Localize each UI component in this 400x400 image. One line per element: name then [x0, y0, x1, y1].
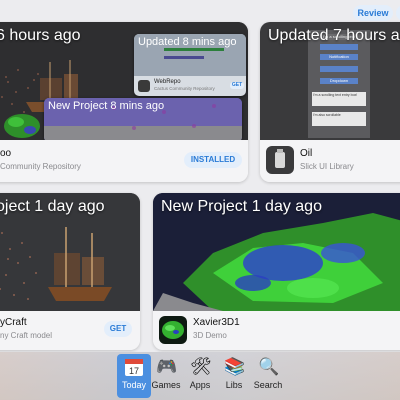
card-preview: New Project 1 day ago — [153, 193, 400, 311]
app-name: oo — [0, 148, 12, 159]
xavier3d-app-icon — [159, 316, 187, 344]
ui-preview-panel: I'm a scrolling text Notification Dropdo… — [308, 30, 370, 138]
app-subtitle: Slick UI Library — [300, 162, 354, 171]
tab-bar: 17 Today 🎮 Games 🛠 Apps 📚 Libs 🔍 Search — [0, 352, 400, 400]
app-name: yCraft — [0, 317, 27, 328]
app-name: Oil — [300, 148, 313, 159]
webrepo-app-sub: Cactus Community Repository — [154, 86, 215, 91]
card-title: Updated 7 hours ago — [268, 27, 400, 44]
gamepad-icon: 🎮 — [156, 357, 178, 376]
app-subtitle: Community Repository — [0, 162, 81, 171]
mini-window-new-project: New Project 8 mins ago — [44, 98, 242, 140]
mini-window-webrepo: Updated 8 mins ago WebRepo Cactus Commun… — [134, 34, 246, 96]
tab-games[interactable]: 🎮 Games — [149, 354, 183, 398]
magnifier-icon: 🔍 — [258, 357, 280, 376]
calendar-day-text: 17 — [129, 366, 139, 376]
mini-window-title-2: New Project 8 mins ago — [48, 100, 165, 112]
project-card-2[interactable]: I'm a scrolling text Notification Dropdo… — [260, 22, 400, 182]
card-title: New Project 1 day ago — [161, 198, 322, 215]
card-preview: I'm a scrolling text Notification Dropdo… — [260, 22, 400, 140]
card-footer: Xavier3D1 3D Demo — [153, 311, 400, 350]
tab-today[interactable]: 17 Today — [117, 354, 151, 398]
project-card-1[interactable]: Updated 8 mins ago WebRepo Cactus Commun… — [0, 22, 248, 182]
app-store-today-view: Review Updated 8 mins ago WebRepo Cactus… — [0, 0, 400, 400]
green-blob-illustration — [4, 114, 40, 138]
project-card-3[interactable]: oject 1 day ago yCraft ny Craft model GE… — [0, 193, 140, 350]
tab-label: Search — [253, 380, 283, 390]
installed-button[interactable]: INSTALLED — [184, 152, 242, 168]
oil-app-icon — [266, 146, 294, 174]
card-footer: oo Community Repository INSTALLED — [0, 140, 248, 182]
tab-libs[interactable]: 📚 Libs — [217, 354, 251, 398]
card-footer: Oil Slick UI Library — [260, 140, 400, 182]
review-button[interactable]: Review — [353, 5, 393, 21]
card-footer: yCraft ny Craft model GET — [0, 311, 140, 350]
preview-text-3: Dropdown — [320, 78, 358, 84]
app-subtitle: ny Craft model — [0, 331, 53, 340]
calendar-icon: 17 — [124, 357, 144, 377]
card-title: 6 hours ago — [0, 27, 81, 44]
preview-text-4: I'm a scrolling text entry box! — [312, 92, 366, 106]
card-title: oject 1 day ago — [0, 198, 105, 215]
app-name: Xavier3D1 — [193, 317, 240, 328]
preview-text-5: I'm also scrollable — [312, 112, 366, 126]
mini-window-title: Updated 8 mins ago — [138, 36, 237, 48]
preview-text-2: Notification — [320, 54, 358, 60]
webrepo-app-name: WebRepo — [154, 79, 181, 85]
tab-search[interactable]: 🔍 Search — [251, 354, 285, 398]
project-card-4[interactable]: New Project 1 day ago Xavier3D1 3D Demo — [153, 193, 400, 350]
webrepo-get-button[interactable]: GET — [230, 82, 244, 89]
tools-icon: 🛠 — [190, 357, 212, 376]
card-preview: Updated 8 mins ago WebRepo Cactus Commun… — [0, 22, 248, 140]
top-extra-button[interactable] — [396, 5, 400, 21]
books-icon: 📚 — [224, 357, 246, 376]
get-button[interactable]: GET — [104, 321, 132, 337]
card-preview: oject 1 day ago — [0, 193, 140, 311]
tab-apps[interactable]: 🛠 Apps — [183, 354, 217, 398]
webrepo-app-icon — [138, 80, 150, 92]
app-subtitle: 3D Demo — [193, 331, 227, 340]
